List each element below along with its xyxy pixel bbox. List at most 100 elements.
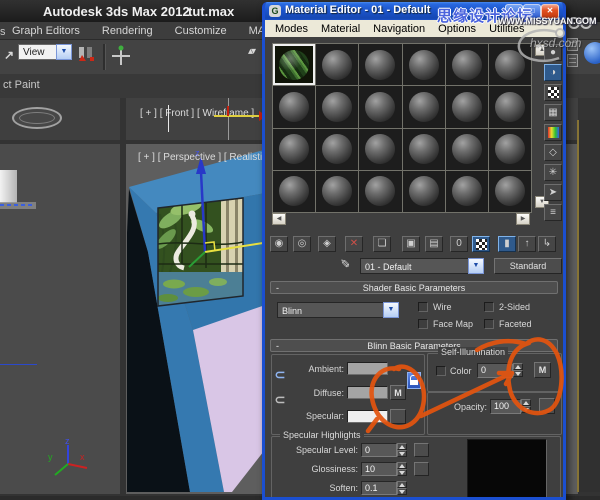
list-icon[interactable]	[567, 54, 578, 67]
sample-slot[interactable]	[316, 44, 358, 85]
sample-slot[interactable]	[403, 86, 445, 127]
move-gizmo-icon[interactable]	[110, 44, 132, 73]
sample-slot[interactable]	[403, 44, 445, 85]
material-name-dropdown[interactable]: 01 - Default ▼	[360, 258, 484, 274]
pick-material-eyedropper-icon[interactable]: ✐	[340, 257, 350, 271]
ambient-diffuse-lock-button[interactable]	[407, 372, 421, 389]
specular-level-spinner[interactable]	[397, 443, 407, 458]
main-menu-item-1[interactable]: Rendering	[102, 25, 153, 37]
select-arrow-icon[interactable]: ↗	[4, 48, 14, 62]
lock-clamp-icon[interactable]: ⊂	[273, 391, 287, 409]
go-to-parent-button[interactable]: ↑	[518, 236, 536, 252]
front-viewport-label[interactable]: [ + ] [ Front ] [ Wireframe ]	[140, 108, 254, 119]
material-id-channel-button[interactable]: 0	[450, 236, 468, 252]
select-by-material-button[interactable]: ➤	[544, 184, 562, 201]
perspective-viewport-label[interactable]: [ + ] [ Perspective ] [ Realistic ]	[138, 152, 273, 163]
sample-slot[interactable]	[446, 171, 488, 212]
face-map-checkbox[interactable]	[418, 319, 428, 329]
sample-slot[interactable]	[403, 171, 445, 212]
shader-type-dropdown[interactable]: Blinn ▼	[277, 302, 399, 318]
sample-slot[interactable]	[273, 129, 315, 170]
spinner-snap-icon[interactable]: ▴▾	[248, 46, 254, 57]
scroll-left-button[interactable]: ◀	[272, 213, 286, 225]
self-illum-spinner[interactable]	[513, 363, 523, 378]
glossiness-field[interactable]: 10	[361, 462, 397, 476]
blinn-rollout-header[interactable]: - Blinn Basic Parameters	[270, 339, 558, 352]
specular-map-button[interactable]	[390, 409, 406, 424]
self-illum-color-checkbox[interactable]	[436, 366, 446, 376]
show-end-result-button[interactable]: ▮	[498, 236, 516, 252]
sample-slot[interactable]	[403, 129, 445, 170]
viewport-divider[interactable]	[577, 120, 579, 492]
sample-slot[interactable]	[273, 171, 315, 212]
faceted-checkbox[interactable]	[484, 319, 494, 329]
sample-slot[interactable]	[489, 44, 531, 85]
sample-slot[interactable]	[446, 86, 488, 127]
opacity-map-button[interactable]	[539, 398, 555, 414]
sample-slot[interactable]	[359, 44, 401, 85]
sample-slot[interactable]	[489, 86, 531, 127]
me-menu-item-0[interactable]: Modes	[275, 23, 308, 35]
sample-slot[interactable]	[489, 171, 531, 212]
opacity-value-field[interactable]: 100	[490, 399, 521, 414]
go-forward-to-sibling-button[interactable]: ↳	[538, 236, 556, 252]
specular-color-swatch[interactable]	[347, 410, 388, 423]
scroll-right-button[interactable]: ▶	[516, 213, 530, 225]
mirror-icon[interactable]	[77, 45, 97, 68]
material-type-button[interactable]: Standard	[494, 258, 562, 274]
sample-slot[interactable]	[359, 86, 401, 127]
soften-field[interactable]: 0.1	[361, 481, 397, 495]
main-menu-item-2[interactable]: Customize	[175, 25, 227, 37]
render-orb-icon[interactable]	[584, 42, 600, 64]
collapse-icon[interactable]: -	[276, 282, 279, 294]
reference-coordsys-dropdown[interactable]: View ▼	[18, 44, 72, 60]
self-illum-map-button[interactable]: M	[534, 362, 551, 378]
self-illum-value-field[interactable]: 0	[477, 363, 513, 378]
background-button[interactable]	[544, 84, 562, 101]
chevron-down-icon[interactable]: ▼	[468, 258, 484, 274]
make-material-copy-button[interactable]: ❏	[373, 236, 391, 252]
options-button[interactable]: ✳	[544, 164, 562, 181]
video-color-check-button[interactable]	[544, 124, 562, 141]
two-sided-checkbox[interactable]	[484, 302, 494, 312]
glossiness-map-button[interactable]	[414, 462, 429, 476]
put-material-to-scene-button[interactable]: ◎	[293, 236, 311, 252]
sample-slot[interactable]	[446, 44, 488, 85]
glossiness-spinner[interactable]	[397, 462, 407, 477]
collapse-icon[interactable]: -	[276, 340, 279, 352]
reset-map-button[interactable]: ✕	[345, 236, 363, 252]
me-menu-item-2[interactable]: Navigation	[373, 23, 425, 35]
soften-spinner[interactable]	[397, 481, 407, 496]
shader-rollout-header[interactable]: - Shader Basic Parameters	[270, 281, 558, 294]
assign-material-to-selection-button[interactable]: ◈	[318, 236, 336, 252]
sample-uv-tiling-button[interactable]: ▦	[544, 104, 562, 121]
put-to-library-button[interactable]: ▤	[425, 236, 443, 252]
opacity-spinner[interactable]	[521, 399, 531, 414]
get-material-button[interactable]: ◉	[270, 236, 288, 252]
diffuse-map-button[interactable]: M	[390, 385, 406, 400]
sample-slot[interactable]	[316, 171, 358, 212]
specular-level-field[interactable]: 0	[361, 443, 397, 457]
chevron-down-icon[interactable]: ▼	[383, 302, 399, 318]
sample-slot[interactable]	[359, 171, 401, 212]
main-menu-item-0[interactable]: Graph Editors	[12, 25, 80, 37]
chevron-down-icon[interactable]: ▼	[56, 44, 72, 60]
me-menu-item-1[interactable]: Material	[321, 23, 360, 35]
show-map-in-viewport-button[interactable]	[472, 236, 490, 252]
wire-checkbox[interactable]	[418, 302, 428, 312]
make-unique-button[interactable]: ▣	[402, 236, 420, 252]
sample-slot[interactable]	[316, 129, 358, 170]
material-map-navigator-button[interactable]: ≡	[544, 204, 562, 221]
backlight-button[interactable]: ◑	[544, 64, 562, 81]
gizmo-x-axis[interactable]	[214, 115, 259, 117]
lock-clamp-icon[interactable]: ⊂	[273, 366, 287, 384]
sample-slot[interactable]	[446, 129, 488, 170]
sample-slot[interactable]	[489, 129, 531, 170]
sample-slot[interactable]	[273, 44, 315, 85]
viewport-sliver-top[interactable]	[0, 98, 120, 140]
sample-slot[interactable]	[316, 86, 358, 127]
viewport-sliver-left[interactable]: z x y	[0, 144, 120, 494]
diffuse-color-swatch[interactable]	[347, 386, 388, 399]
specular-level-map-button[interactable]	[414, 443, 429, 457]
ambient-color-swatch[interactable]	[347, 362, 388, 375]
